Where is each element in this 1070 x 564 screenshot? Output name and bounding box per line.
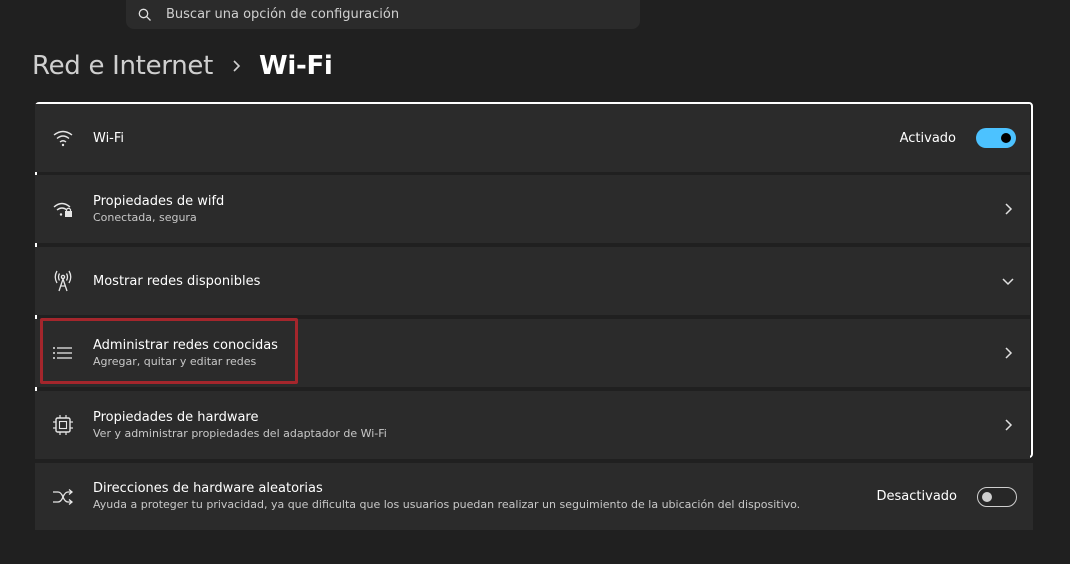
chevron-down-icon	[1000, 273, 1016, 289]
random-hardware-toggle[interactable]	[977, 486, 1017, 507]
chevron-right-icon	[226, 56, 246, 76]
breadcrumb-parent-link[interactable]: Red e Internet	[32, 51, 213, 81]
page-title: Wi-Fi	[258, 51, 333, 81]
search-icon	[138, 7, 154, 23]
shuffle-icon	[52, 486, 74, 508]
chevron-right-icon	[1000, 345, 1016, 361]
hardware-properties-row[interactable]: Propiedades de hardware Ver y administra…	[35, 391, 1030, 459]
wifi-toggle[interactable]	[976, 128, 1016, 148]
random-hardware-addresses-title: Direcciones de hardware aleatorias	[93, 481, 323, 496]
chip-icon	[52, 414, 74, 436]
chevron-right-icon	[1000, 201, 1016, 217]
wifi-state-label: Activado	[899, 130, 956, 146]
random-hardware-addresses-row[interactable]: Direcciones de hardware aleatorias Ayuda…	[35, 463, 1033, 530]
random-hardware-addresses-subtitle: Ayuda a proteger tu privacidad, ya que d…	[93, 498, 801, 511]
antenna-icon	[52, 270, 74, 292]
hardware-properties-subtitle: Ver y administrar propiedades del adapta…	[93, 426, 387, 440]
network-properties-row[interactable]: Propiedades de wifd Conectada, segura	[35, 175, 1030, 243]
network-properties-title: Propiedades de wifd	[93, 193, 225, 209]
search-box[interactable]: Buscar una opción de configuración	[126, 0, 640, 29]
wifi-toggle-row[interactable]: Wi-Fi Activado	[35, 104, 1030, 172]
hardware-properties-title: Propiedades de hardware	[93, 409, 259, 425]
show-available-networks-title: Mostrar redes disponibles	[93, 273, 261, 289]
network-properties-subtitle: Conectada, segura	[93, 210, 197, 224]
chevron-right-icon	[1000, 417, 1016, 433]
wifi-icon	[52, 127, 74, 149]
breadcrumb: Red e Internet Wi-Fi	[32, 46, 333, 86]
wifi-lock-icon	[52, 198, 74, 220]
highlight-box	[40, 318, 298, 384]
search-input[interactable]: Buscar una opción de configuración	[166, 7, 399, 22]
wifi-label: Wi-Fi	[93, 130, 125, 146]
show-available-networks-row[interactable]: Mostrar redes disponibles	[35, 247, 1030, 315]
random-hardware-state-label: Desactivado	[876, 489, 957, 504]
